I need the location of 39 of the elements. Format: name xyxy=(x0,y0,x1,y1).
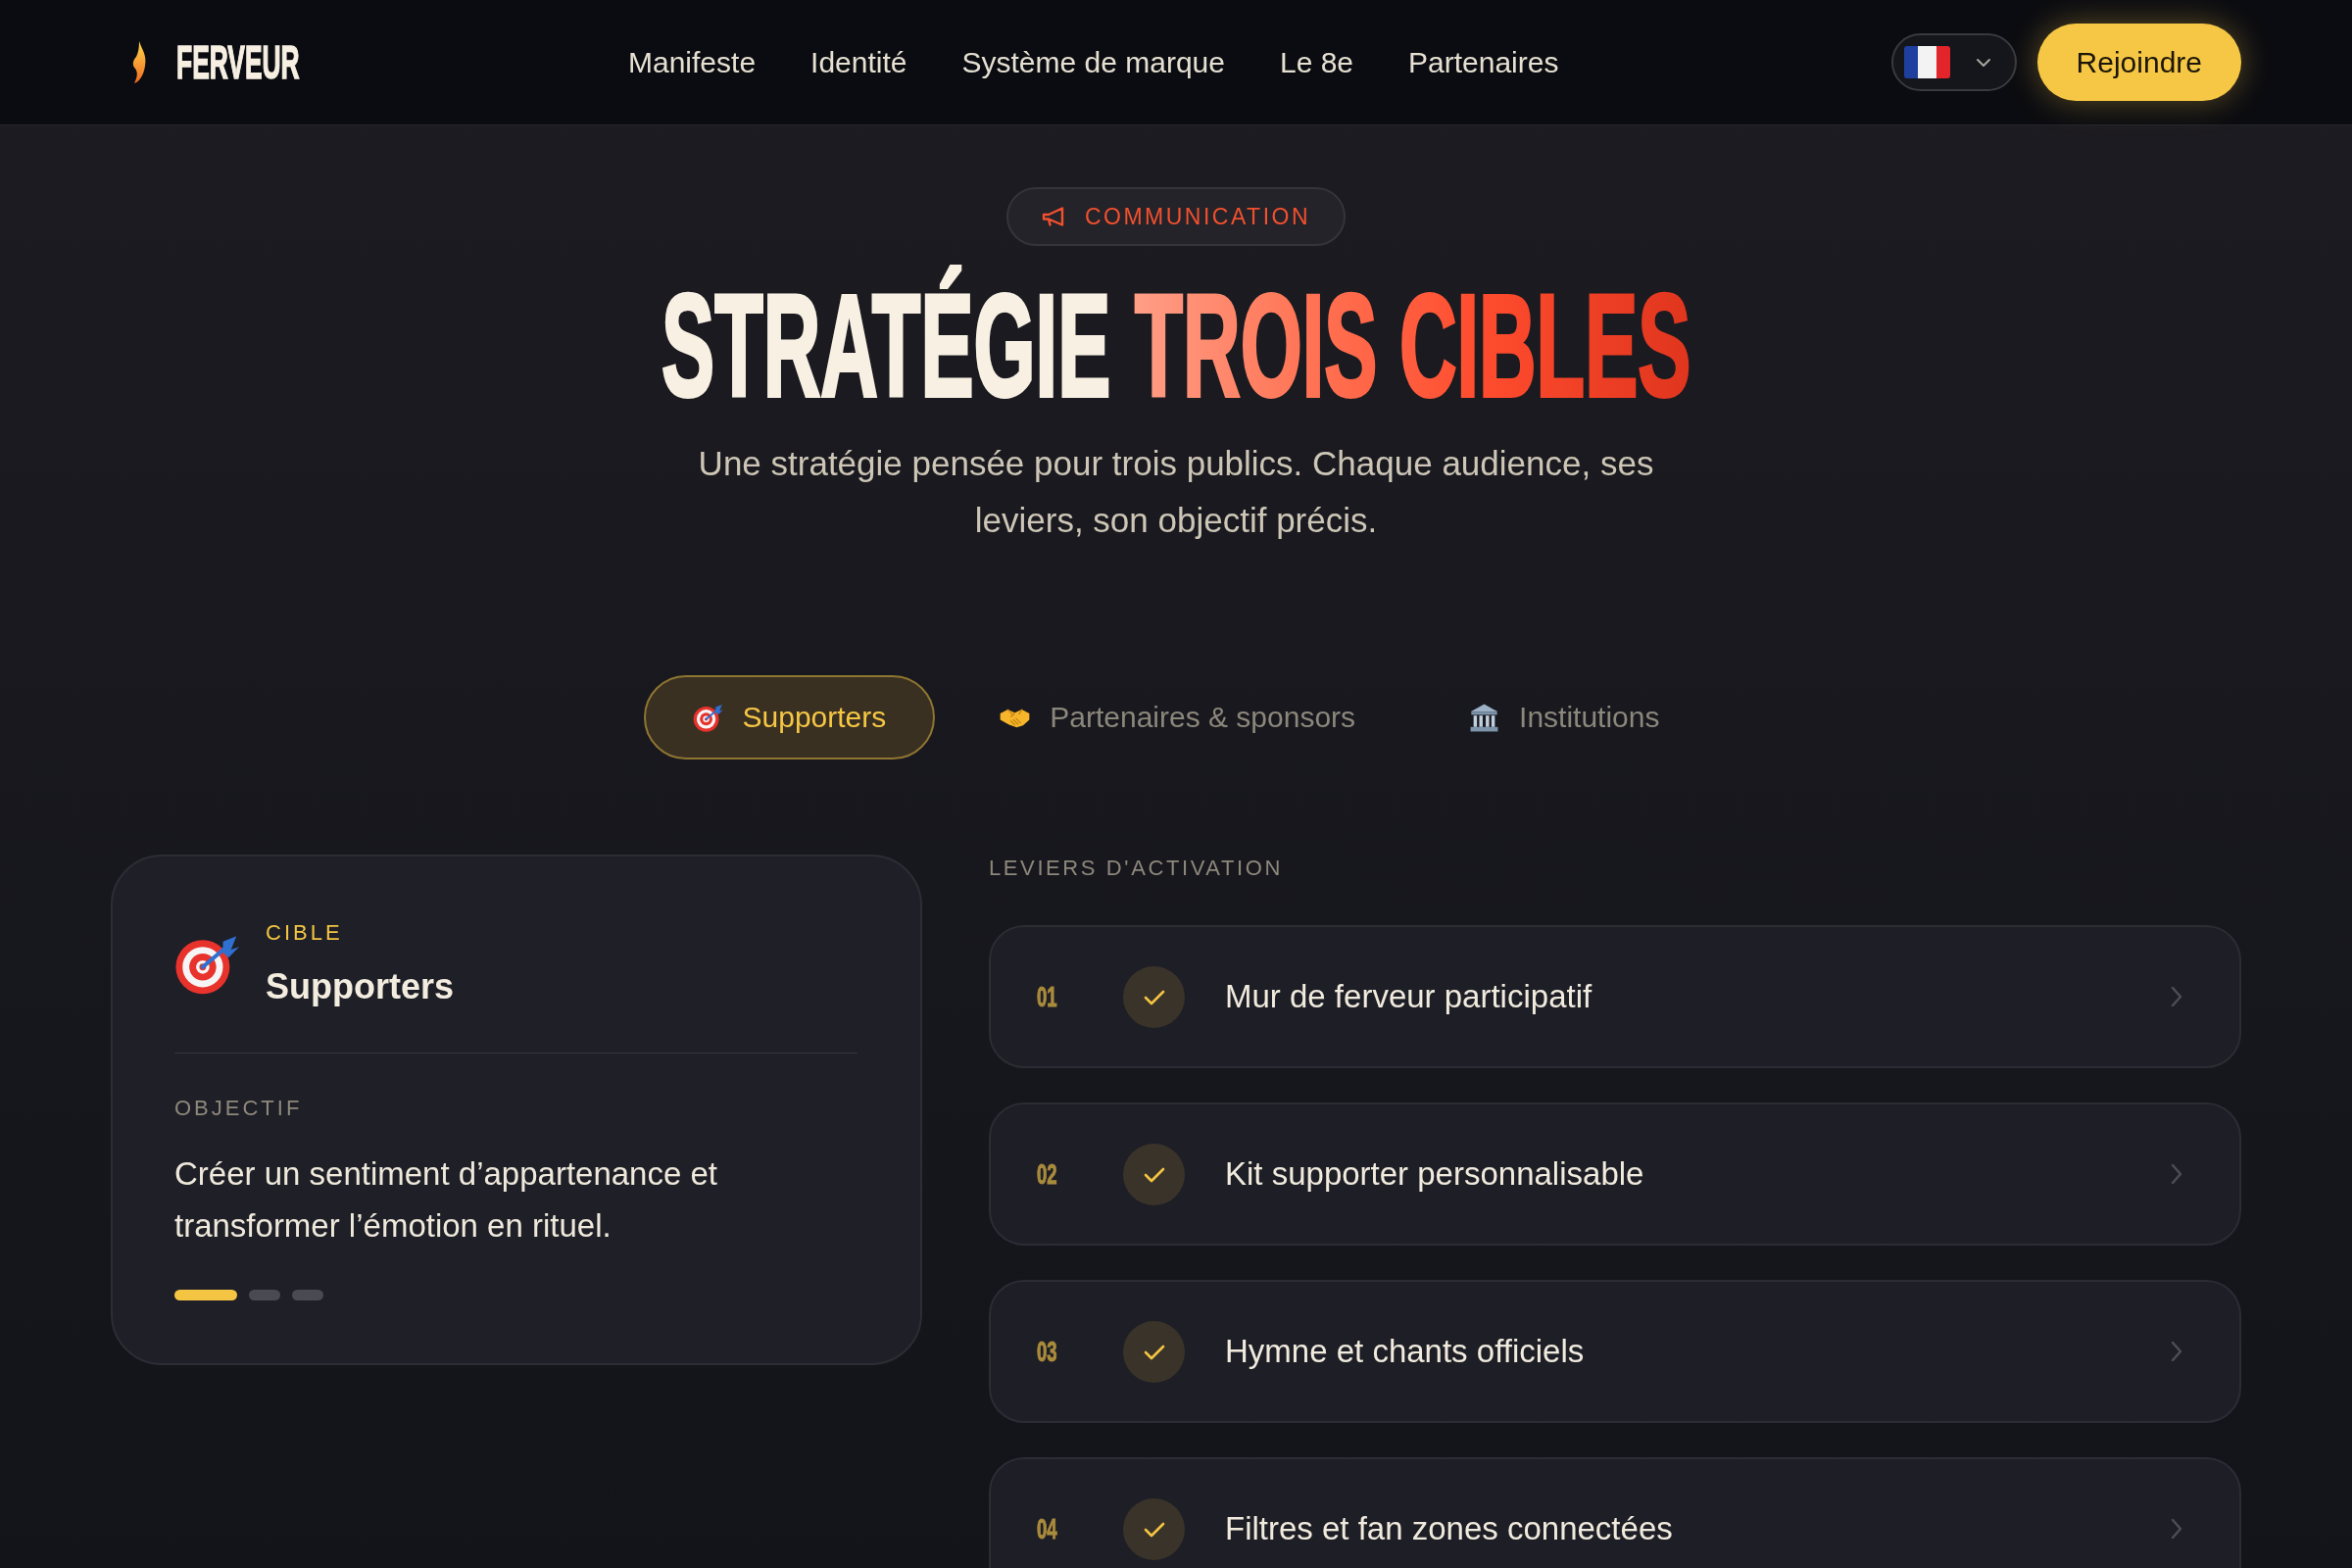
lever-number: 04 xyxy=(1037,1514,1057,1544)
chevron-right-icon xyxy=(2170,1340,2183,1363)
lever-label: Mur de ferveur participatif xyxy=(1225,977,1593,1016)
lever-number: 01 xyxy=(1037,982,1057,1011)
nav-link[interactable]: Manifeste xyxy=(628,47,757,77)
flame-icon xyxy=(131,41,147,83)
lever-item[interactable]: 02 Kit supporter personnalisable xyxy=(989,1102,2241,1246)
lever-item[interactable]: 01 Mur de ferveur participatif xyxy=(989,925,2241,1068)
caret-icon xyxy=(1975,57,1991,68)
lever-label: Filtres et fan zones connectées xyxy=(1225,1509,1674,1548)
chevron-right-icon xyxy=(2170,985,2183,1008)
category-label: COMMUNICATION xyxy=(1084,205,1311,228)
lever-number: 03 xyxy=(1037,1337,1057,1366)
tab[interactable]: Supporters xyxy=(643,675,936,760)
nav-link[interactable]: Système de marque xyxy=(961,47,1225,77)
objective-text: Créer un sentiment d’appartenance et transformer l’émotion en rituel. xyxy=(174,1154,718,1246)
nav-link[interactable]: Identité xyxy=(810,47,907,77)
lever-item[interactable]: 04 Filtres et fan zones connectées xyxy=(989,1457,2241,1568)
nav-link[interactable]: Le 8e xyxy=(1279,47,1354,77)
building-icon xyxy=(1469,702,1500,733)
join-button[interactable]: Rejoindre xyxy=(2036,24,2241,101)
objective-label: OBJECTIF xyxy=(174,1095,303,1122)
lever-label: Kit supporter personnalisable xyxy=(1225,1154,1645,1194)
page-subtitle: Une stratégie pensée pour trois publics. Chaque audience, ses leviers, son objectif précis. xyxy=(697,443,1655,541)
flag-icon xyxy=(1903,46,1950,78)
lever-label: Hymne et chants officiels xyxy=(1225,1332,1586,1371)
lever-item[interactable]: 03 Hymne et chants officiels xyxy=(989,1280,2241,1423)
brand-name[interactable]: FERVEUR xyxy=(176,38,300,86)
chevron-right-icon xyxy=(2170,1162,2183,1186)
target-icon xyxy=(692,702,723,733)
card-eyebrow: CIBLE xyxy=(266,919,343,947)
section-heading: LEVIERS D'ACTIVATION xyxy=(989,855,1283,882)
chevron-right-icon xyxy=(2170,1517,2183,1541)
card-title: Supporters xyxy=(266,965,455,1008)
tab[interactable]: Partenaires & sponsors xyxy=(951,675,1405,760)
page-title: STRATÉGIE xyxy=(661,265,1110,426)
nav-link[interactable]: Partenaires xyxy=(1408,47,1559,77)
tab[interactable]: Institutions xyxy=(1420,675,1709,760)
lever-number: 02 xyxy=(1037,1159,1057,1189)
